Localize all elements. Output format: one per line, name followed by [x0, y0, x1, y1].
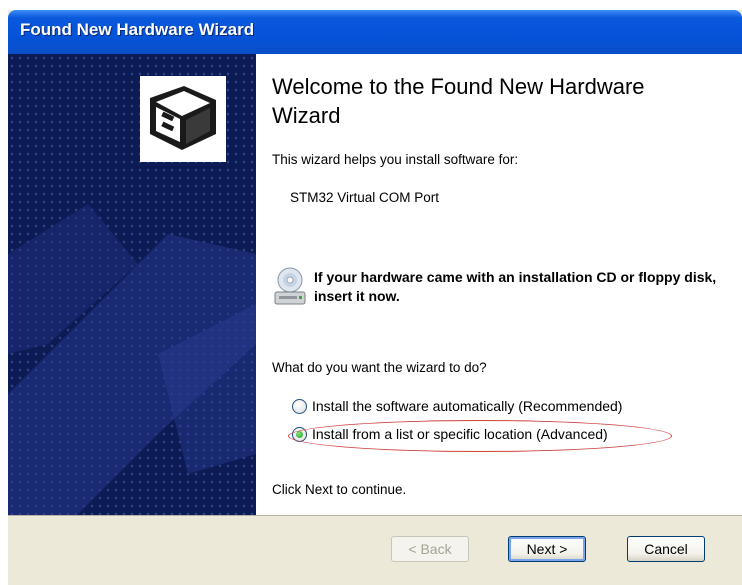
option-label: Install the software automatically (Reco… [312, 398, 623, 414]
question-text: What do you want the wizard to do? [272, 360, 487, 375]
option-label: Install from a list or specific location… [312, 426, 608, 442]
next-button[interactable]: Next > [508, 536, 586, 562]
continue-text: Click Next to continue. [272, 482, 407, 497]
option-install-from-list[interactable]: Install from a list or specific location… [292, 424, 608, 444]
cancel-button[interactable]: Cancel [627, 536, 705, 562]
wizard-content: Welcome to the Found New Hardware Wizard… [256, 54, 742, 515]
radio-button[interactable] [292, 398, 307, 414]
window-title: Found New Hardware Wizard [20, 20, 255, 39]
wizard-banner-panel [8, 54, 256, 515]
device-name: STM32 Virtual COM Port [290, 190, 440, 205]
option-install-automatically[interactable]: Install the software automatically (Reco… [292, 396, 622, 416]
wizard-window: Found New Hardware Wizard Welcome to the… [8, 10, 742, 585]
page-title: Welcome to the Found New Hardware Wizard [272, 74, 645, 128]
cd-prompt: If your hardware came with an installati… [314, 269, 717, 304]
cd-drive-icon [272, 266, 308, 308]
back-button[interactable]: < Back [391, 536, 469, 562]
intro-text: This wizard helps you install software f… [272, 152, 519, 167]
title-bar[interactable]: Found New Hardware Wizard [8, 10, 742, 54]
radio-button-selected[interactable] [292, 426, 307, 442]
hardware-card-icon [140, 76, 226, 162]
